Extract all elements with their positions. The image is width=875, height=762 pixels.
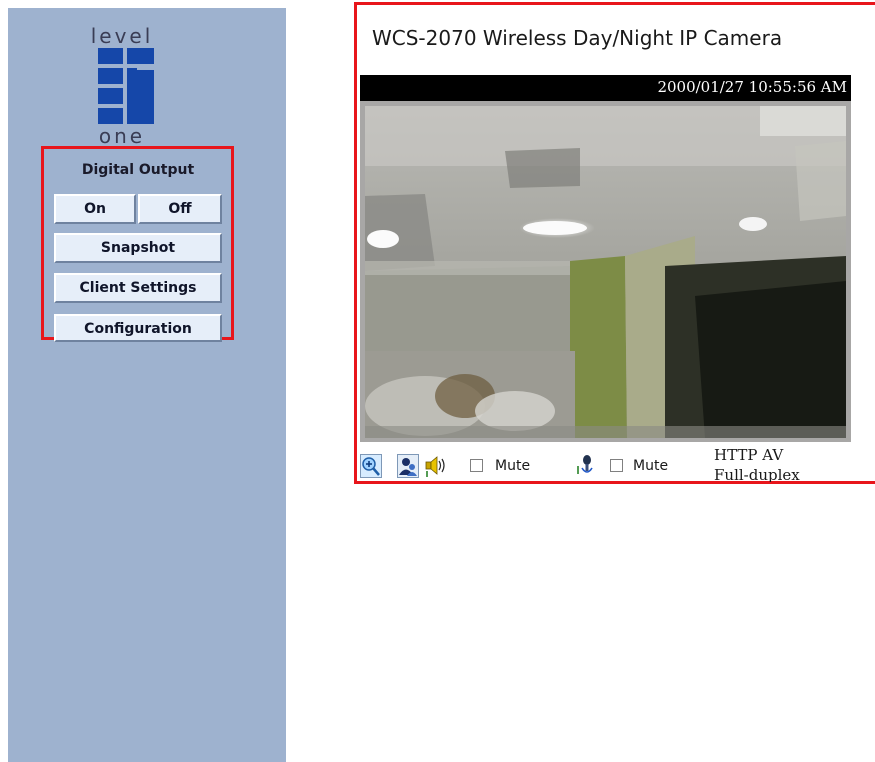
duplex-status: Full-duplex [714,466,800,482]
digital-output-label: Digital Output [81,162,195,178]
configuration-button[interactable]: Configuration [54,314,222,342]
logo-text-level: level [90,24,154,48]
digital-output-off-button[interactable]: Off [138,194,222,224]
speaker-mute-label: Mute [495,458,531,474]
level-one-logo: level one [86,24,158,146]
protocol-status: HTTP AV [714,446,784,464]
video-timestamp-bar: 2000/01/27 10:55:56 AM [360,75,851,101]
logo-mark-icon [98,48,154,124]
camera-title: WCS-2070 Wireless Day/Night IP Camera [372,26,783,50]
video-timestamp: 2000/01/27 10:55:56 AM [657,78,847,96]
digital-output-on-button[interactable]: On [54,194,136,224]
video-frame [360,101,851,442]
microphone-icon[interactable] [575,454,597,478]
user-icon[interactable] [397,454,419,478]
live-video-feed[interactable] [365,106,846,438]
logo-text-one: one [98,124,146,148]
video-toolbar: Mute Mute HTTP AV Full-duplex [360,446,860,482]
speaker-mute-checkbox[interactable] [470,459,483,472]
microphone-mute-label: Mute [633,458,669,474]
zoom-in-icon[interactable] [360,454,382,478]
client-settings-button[interactable]: Client Settings [54,273,222,303]
snapshot-button[interactable]: Snapshot [54,233,222,263]
speaker-icon[interactable] [424,454,446,478]
microphone-mute-checkbox[interactable] [610,459,623,472]
